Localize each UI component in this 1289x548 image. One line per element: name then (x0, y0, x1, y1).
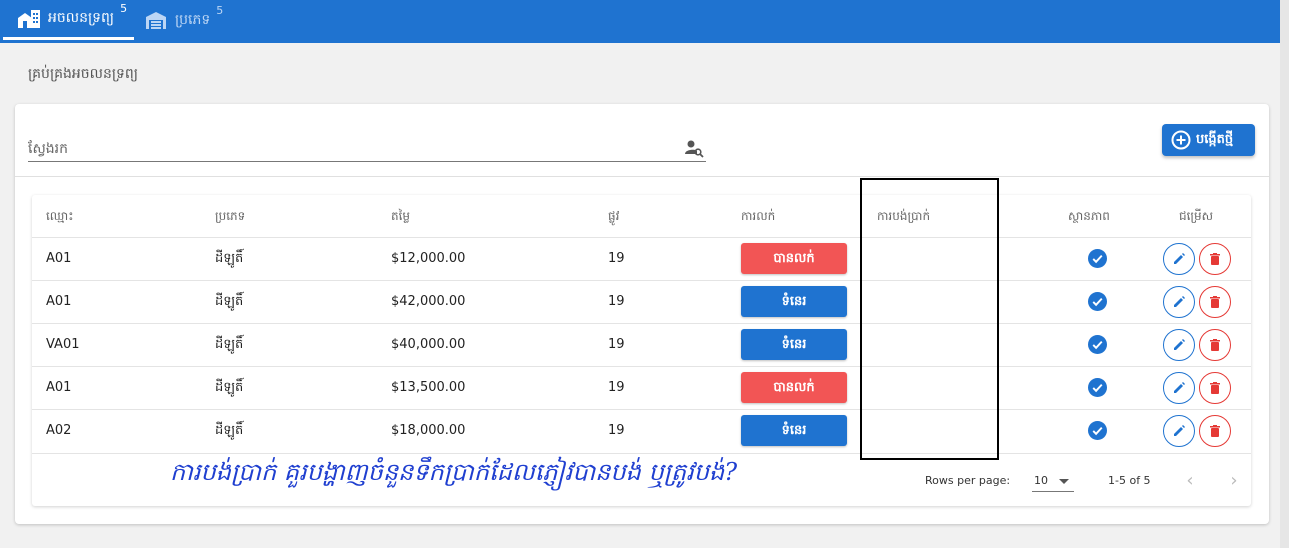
column-header-name[interactable]: ឈ្មោះ (46, 195, 74, 237)
warehouse-icon (146, 12, 166, 29)
sale-status-button[interactable]: ទំនេរ (741, 286, 847, 317)
column-header-sale[interactable]: ការលក់ (741, 195, 775, 237)
divider (32, 453, 1251, 454)
dropdown-arrow-icon (1059, 479, 1069, 484)
delete-button[interactable] (1199, 415, 1231, 447)
tab-category[interactable]: ប្រភេទ 5 (140, 0, 230, 40)
cell-type: ដីឡូតិ៍ (215, 423, 244, 438)
column-header-street[interactable]: ផ្លូវ (608, 195, 619, 237)
tab-real-estate[interactable]: អចលនទ្រព្យ 5 (3, 0, 134, 40)
highlight-box (860, 178, 999, 460)
cell-type: ដីឡូតិ៍ (215, 294, 244, 309)
user-search-icon (685, 140, 704, 158)
trash-icon (1210, 425, 1220, 437)
pencil-icon (1174, 339, 1185, 350)
trash-icon (1210, 253, 1220, 265)
check-circle-icon (1088, 378, 1107, 397)
top-app-bar: អចលនទ្រព្យ 5 ប្រភេទ 5 (0, 0, 1280, 43)
check-circle-icon (1088, 421, 1107, 440)
cell-name: A01 (46, 294, 72, 309)
delete-button[interactable] (1199, 286, 1231, 318)
search-input[interactable] (28, 138, 668, 160)
edit-button[interactable] (1163, 329, 1195, 361)
previous-page-button[interactable]: ‹ (1180, 471, 1200, 491)
divider (15, 176, 1269, 177)
cell-street: 19 (608, 423, 625, 438)
chevron-left-icon: ‹ (1186, 470, 1194, 491)
edit-button[interactable] (1163, 286, 1195, 318)
column-header-price[interactable]: តម្លៃ (391, 195, 410, 237)
delete-button[interactable] (1199, 243, 1231, 275)
rows-per-page-select[interactable]: 10 (1032, 470, 1074, 492)
edit-button[interactable] (1163, 243, 1195, 275)
pencil-icon (1174, 253, 1185, 264)
tab-count-badge: 5 (216, 3, 224, 17)
cell-name: VA01 (46, 337, 80, 352)
sale-status-button[interactable]: ទំនេរ (741, 329, 847, 360)
tab-label: អចលនទ្រព្យ (48, 10, 115, 26)
page-range-label: 1-5 of 5 (1108, 474, 1151, 487)
cell-name: A02 (46, 423, 72, 438)
plus-circle-icon (1171, 130, 1191, 150)
tab-label: ប្រភេទ (175, 11, 211, 28)
cell-name: A01 (46, 251, 72, 266)
create-button-label: បង្កើតថ្មី (1196, 131, 1234, 147)
search-field (28, 138, 706, 162)
cell-price: $42,000.00 (391, 294, 466, 309)
check-circle-icon (1088, 335, 1107, 354)
check-circle-icon (1088, 249, 1107, 268)
edit-button[interactable] (1163, 372, 1195, 404)
delete-button[interactable] (1199, 372, 1231, 404)
delete-button[interactable] (1199, 329, 1231, 361)
column-header-options: ជម្រើស (1179, 209, 1214, 223)
page-scrollbar[interactable] (1280, 0, 1289, 548)
column-header-status[interactable]: ស្ថានភាព (1068, 195, 1110, 237)
rows-per-page-value: 10 (1034, 474, 1048, 487)
building-icon (18, 9, 40, 28)
create-new-button[interactable]: បង្កើតថ្មី (1162, 124, 1255, 156)
cell-street: 19 (608, 251, 625, 266)
annotation-text: ការបង់ប្រាក់ គួរបង្ហាញចំនួនទឹកប្រាក់ដែលភ… (170, 458, 738, 486)
pencil-icon (1174, 296, 1185, 307)
trash-icon (1210, 382, 1220, 394)
cell-type: ដីឡូតិ៍ (215, 380, 244, 395)
cell-street: 19 (608, 294, 625, 309)
column-header-type[interactable]: ប្រភេទ (215, 195, 245, 237)
trash-icon (1210, 296, 1220, 308)
trash-icon (1210, 339, 1220, 351)
cell-price: $18,000.00 (391, 423, 466, 438)
rows-per-page-label: Rows per page: (925, 474, 1011, 487)
edit-button[interactable] (1163, 415, 1195, 447)
sale-status-button[interactable]: ទំនេរ (741, 415, 847, 446)
cell-name: A01 (46, 380, 72, 395)
next-page-button[interactable]: › (1224, 471, 1244, 491)
pencil-icon (1174, 425, 1185, 436)
tab-count-badge: 5 (120, 2, 128, 15)
cell-price: $13,500.00 (391, 380, 466, 395)
cell-type: ដីឡូតិ៍ (215, 337, 244, 352)
cell-price: $40,000.00 (391, 337, 466, 352)
cell-price: $12,000.00 (391, 251, 466, 266)
pencil-icon (1174, 382, 1185, 393)
chevron-right-icon: › (1230, 470, 1238, 491)
sale-status-button[interactable]: បានលក់ (741, 243, 847, 274)
cell-street: 19 (608, 337, 625, 352)
breadcrumb: គ្រប់គ្រងអចលនទ្រព្យ (28, 66, 138, 82)
sale-status-button[interactable]: បានលក់ (741, 372, 847, 403)
cell-type: ដីឡូតិ៍ (215, 251, 244, 266)
check-circle-icon (1088, 292, 1107, 311)
cell-street: 19 (608, 380, 625, 395)
